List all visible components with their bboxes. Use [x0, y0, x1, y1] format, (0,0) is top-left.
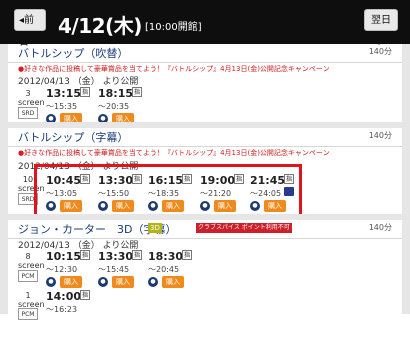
right-border — [402, 44, 410, 314]
info-icon[interactable]: ● — [98, 277, 108, 287]
next-day-button[interactable]: 翌日▸ — [364, 9, 398, 48]
showtime: 14:00 ～16:23 指 — [46, 290, 90, 314]
sound-format: PCM — [18, 308, 38, 320]
movie-block-battleship-dub: バトルシップ（吹替） 140分 ●好きな作品に投稿して豪華賞品を当てよう！『バト… — [8, 44, 402, 125]
buy-button[interactable]: 購入 — [162, 276, 184, 288]
duration: 140分 — [368, 131, 392, 140]
reserved-flag-icon: 指 — [182, 250, 192, 260]
release-date: 2012/04/13 （金） より公開 — [18, 77, 139, 87]
showtime: 13:30 ～15:45 指 ● 購入 — [98, 250, 142, 288]
highlight-box — [34, 164, 302, 219]
screen-number: 1 screen — [18, 291, 45, 309]
point-badge: クラブスパイス ポイント利用不可 — [196, 223, 292, 233]
left-border — [0, 44, 8, 314]
promo-link[interactable]: ●好きな作品に投稿して豪華賞品を当てよう！『バトルシップ』4月13日(金)公開記… — [18, 148, 330, 158]
movie-title-bar: ジョン・カーター 3D（字幕） 3D クラブスパイス ポイント利用不可 140分 — [8, 220, 402, 239]
buy-button[interactable]: 購入 — [112, 276, 134, 288]
reserved-flag-icon: 指 — [80, 250, 90, 260]
sound-format: PCM — [18, 270, 38, 282]
screen-number: 3 screen — [18, 89, 45, 107]
opening-time: [10:00開館] — [145, 22, 202, 33]
movie-title-link[interactable]: バトルシップ（吹替） — [18, 45, 128, 61]
prev-day-button[interactable]: ◂前日 — [14, 9, 46, 48]
3d-badge: 3D — [148, 223, 162, 233]
duration: 140分 — [368, 223, 392, 232]
reserved-flag-icon: 指 — [132, 87, 142, 97]
showtime: 18:30 ～20:45 指 ● 購入 — [148, 250, 192, 288]
sound-format: SRD — [18, 107, 38, 119]
buy-button[interactable]: 購入 — [60, 276, 82, 288]
movie-block-john-carter: ジョン・カーター 3D（字幕） 3D クラブスパイス ポイント利用不可 140分… — [8, 220, 402, 320]
reserved-flag-icon: 指 — [132, 250, 142, 260]
movie-title-bar: バトルシップ（字幕） 140分 — [8, 128, 402, 147]
movie-title-bar: バトルシップ（吹替） 140分 — [8, 44, 402, 63]
current-date: 4/12(木) — [58, 14, 142, 38]
duration: 140分 — [368, 47, 392, 56]
movie-title-link[interactable]: バトルシップ（字幕） — [18, 129, 128, 145]
info-icon[interactable]: ● — [148, 277, 158, 287]
top-bar: ◂前日 4/12(木) [10:00開館] 翌日▸ — [0, 0, 410, 48]
reserved-flag-icon: 指 — [80, 290, 90, 300]
screen-number: 8 screen — [18, 252, 45, 270]
promo-link[interactable]: ●好きな作品に投稿して豪華賞品を当てよう！『バトルシップ』4月13日(金)公開記… — [18, 64, 330, 74]
info-icon[interactable]: ● — [46, 277, 56, 287]
reserved-flag-icon: 指 — [80, 87, 90, 97]
